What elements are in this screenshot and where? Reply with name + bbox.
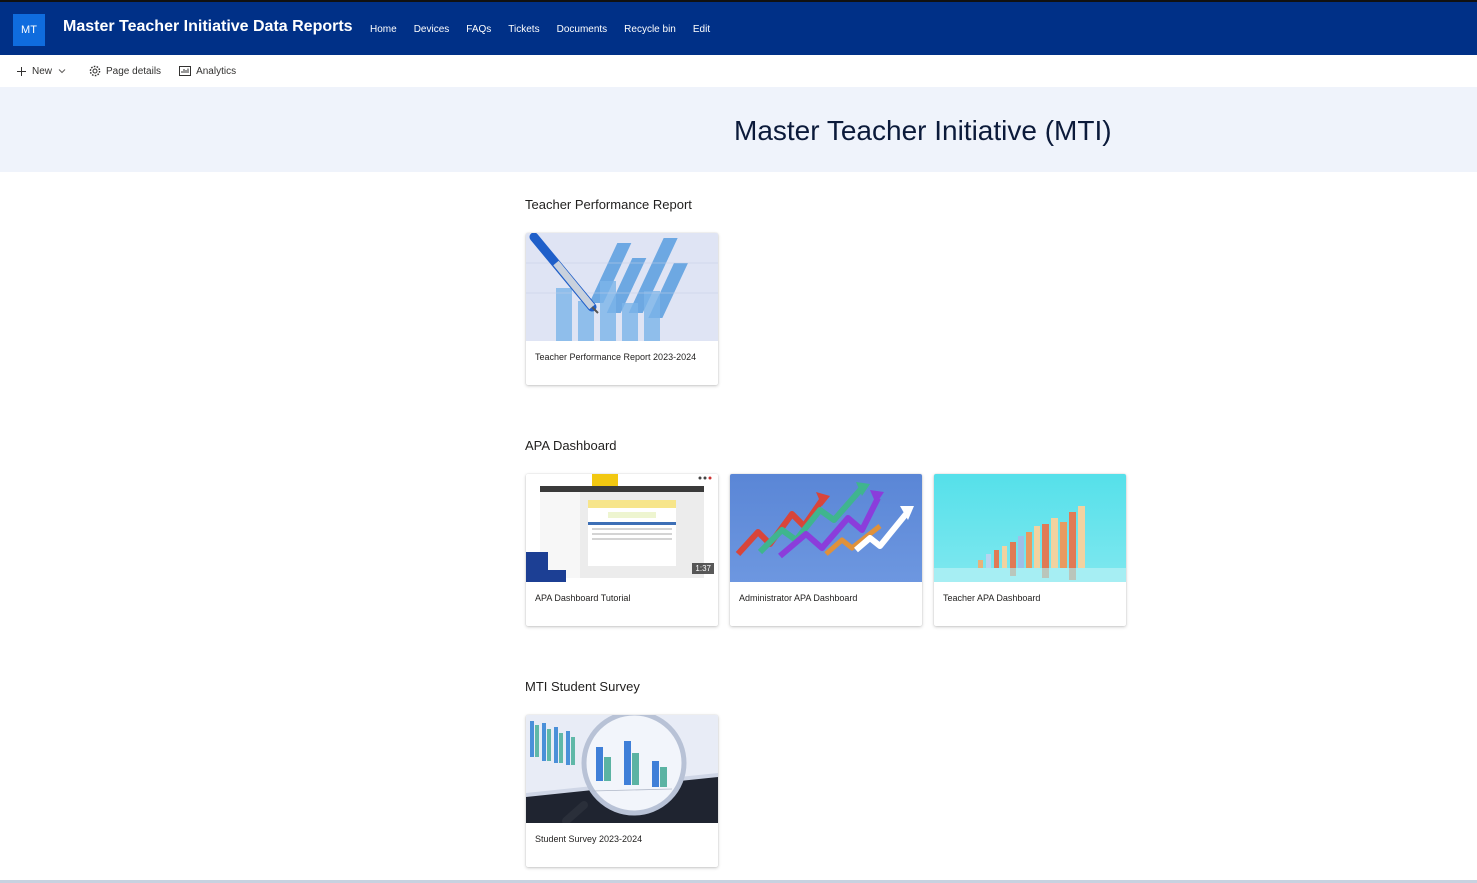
nav-link-tickets[interactable]: Tickets <box>508 24 539 35</box>
3d-bar-chart-thumbnail <box>934 474 1126 582</box>
video-duration-badge: 1:37 <box>692 563 714 574</box>
rising-arrows-thumbnail <box>730 474 922 582</box>
nav-link-devices[interactable]: Devices <box>414 24 450 35</box>
nav-link-documents[interactable]: Documents <box>557 24 608 35</box>
new-button-label: New <box>32 65 53 77</box>
analytics-icon <box>179 66 192 76</box>
card-teacher-apa-dashboard[interactable]: Teacher APA Dashboard <box>934 474 1126 626</box>
site-title[interactable]: Master Teacher Initiative Data Reports <box>63 18 353 36</box>
nav-link-edit[interactable]: Edit <box>693 24 710 35</box>
card-teacher-performance-report[interactable]: Teacher Performance Report 2023-2024 <box>526 233 718 385</box>
nav-link-faqs[interactable]: FAQs <box>466 24 491 35</box>
card-label: Teacher APA Dashboard <box>943 593 1041 603</box>
card-label: APA Dashboard Tutorial <box>535 593 631 603</box>
analytics-button[interactable]: Analytics <box>179 66 236 77</box>
magnifier-chart-thumbnail <box>526 715 718 823</box>
nav-link-recycle-bin[interactable]: Recycle bin <box>624 24 676 35</box>
chevron-down-icon <box>58 69 66 74</box>
card-label: Teacher Performance Report 2023-2024 <box>535 352 697 362</box>
page-details-button[interactable]: Page details <box>89 65 161 77</box>
site-header: MT Master Teacher Initiative Data Report… <box>0 0 1477 55</box>
command-bar: New Page details Analytics <box>0 55 1477 87</box>
card-label: Administrator APA Dashboard <box>739 593 858 603</box>
card-label: Student Survey 2023-2024 <box>535 834 643 844</box>
nav-link-home[interactable]: Home <box>370 24 397 35</box>
top-navigation: Home Devices FAQs Tickets Documents Recy… <box>370 24 727 35</box>
section-heading-apa-dashboard: APA Dashboard <box>525 438 617 453</box>
gear-icon <box>89 65 101 77</box>
video-thumbnail <box>526 474 718 582</box>
analytics-label: Analytics <box>196 65 237 77</box>
section-heading-teacher-performance: Teacher Performance Report <box>525 197 692 212</box>
site-logo-text: MT <box>21 24 37 36</box>
new-button[interactable]: New <box>16 66 71 77</box>
card-apa-dashboard-tutorial[interactable]: 1:37 APA Dashboard Tutorial <box>526 474 718 626</box>
pen-on-chart-thumbnail <box>526 233 718 341</box>
card-student-survey[interactable]: Student Survey 2023-2024 <box>526 715 718 867</box>
add-icon <box>17 66 26 76</box>
title-region: Master Teacher Initiative (MTI) <box>0 87 1477 172</box>
page-title: Master Teacher Initiative (MTI) <box>734 115 1112 146</box>
card-administrator-apa-dashboard[interactable]: Administrator APA Dashboard <box>730 474 922 626</box>
section-heading-mti-student-survey: MTI Student Survey <box>525 679 640 694</box>
page-details-label: Page details <box>106 65 162 77</box>
site-logo[interactable]: MT <box>13 14 45 46</box>
